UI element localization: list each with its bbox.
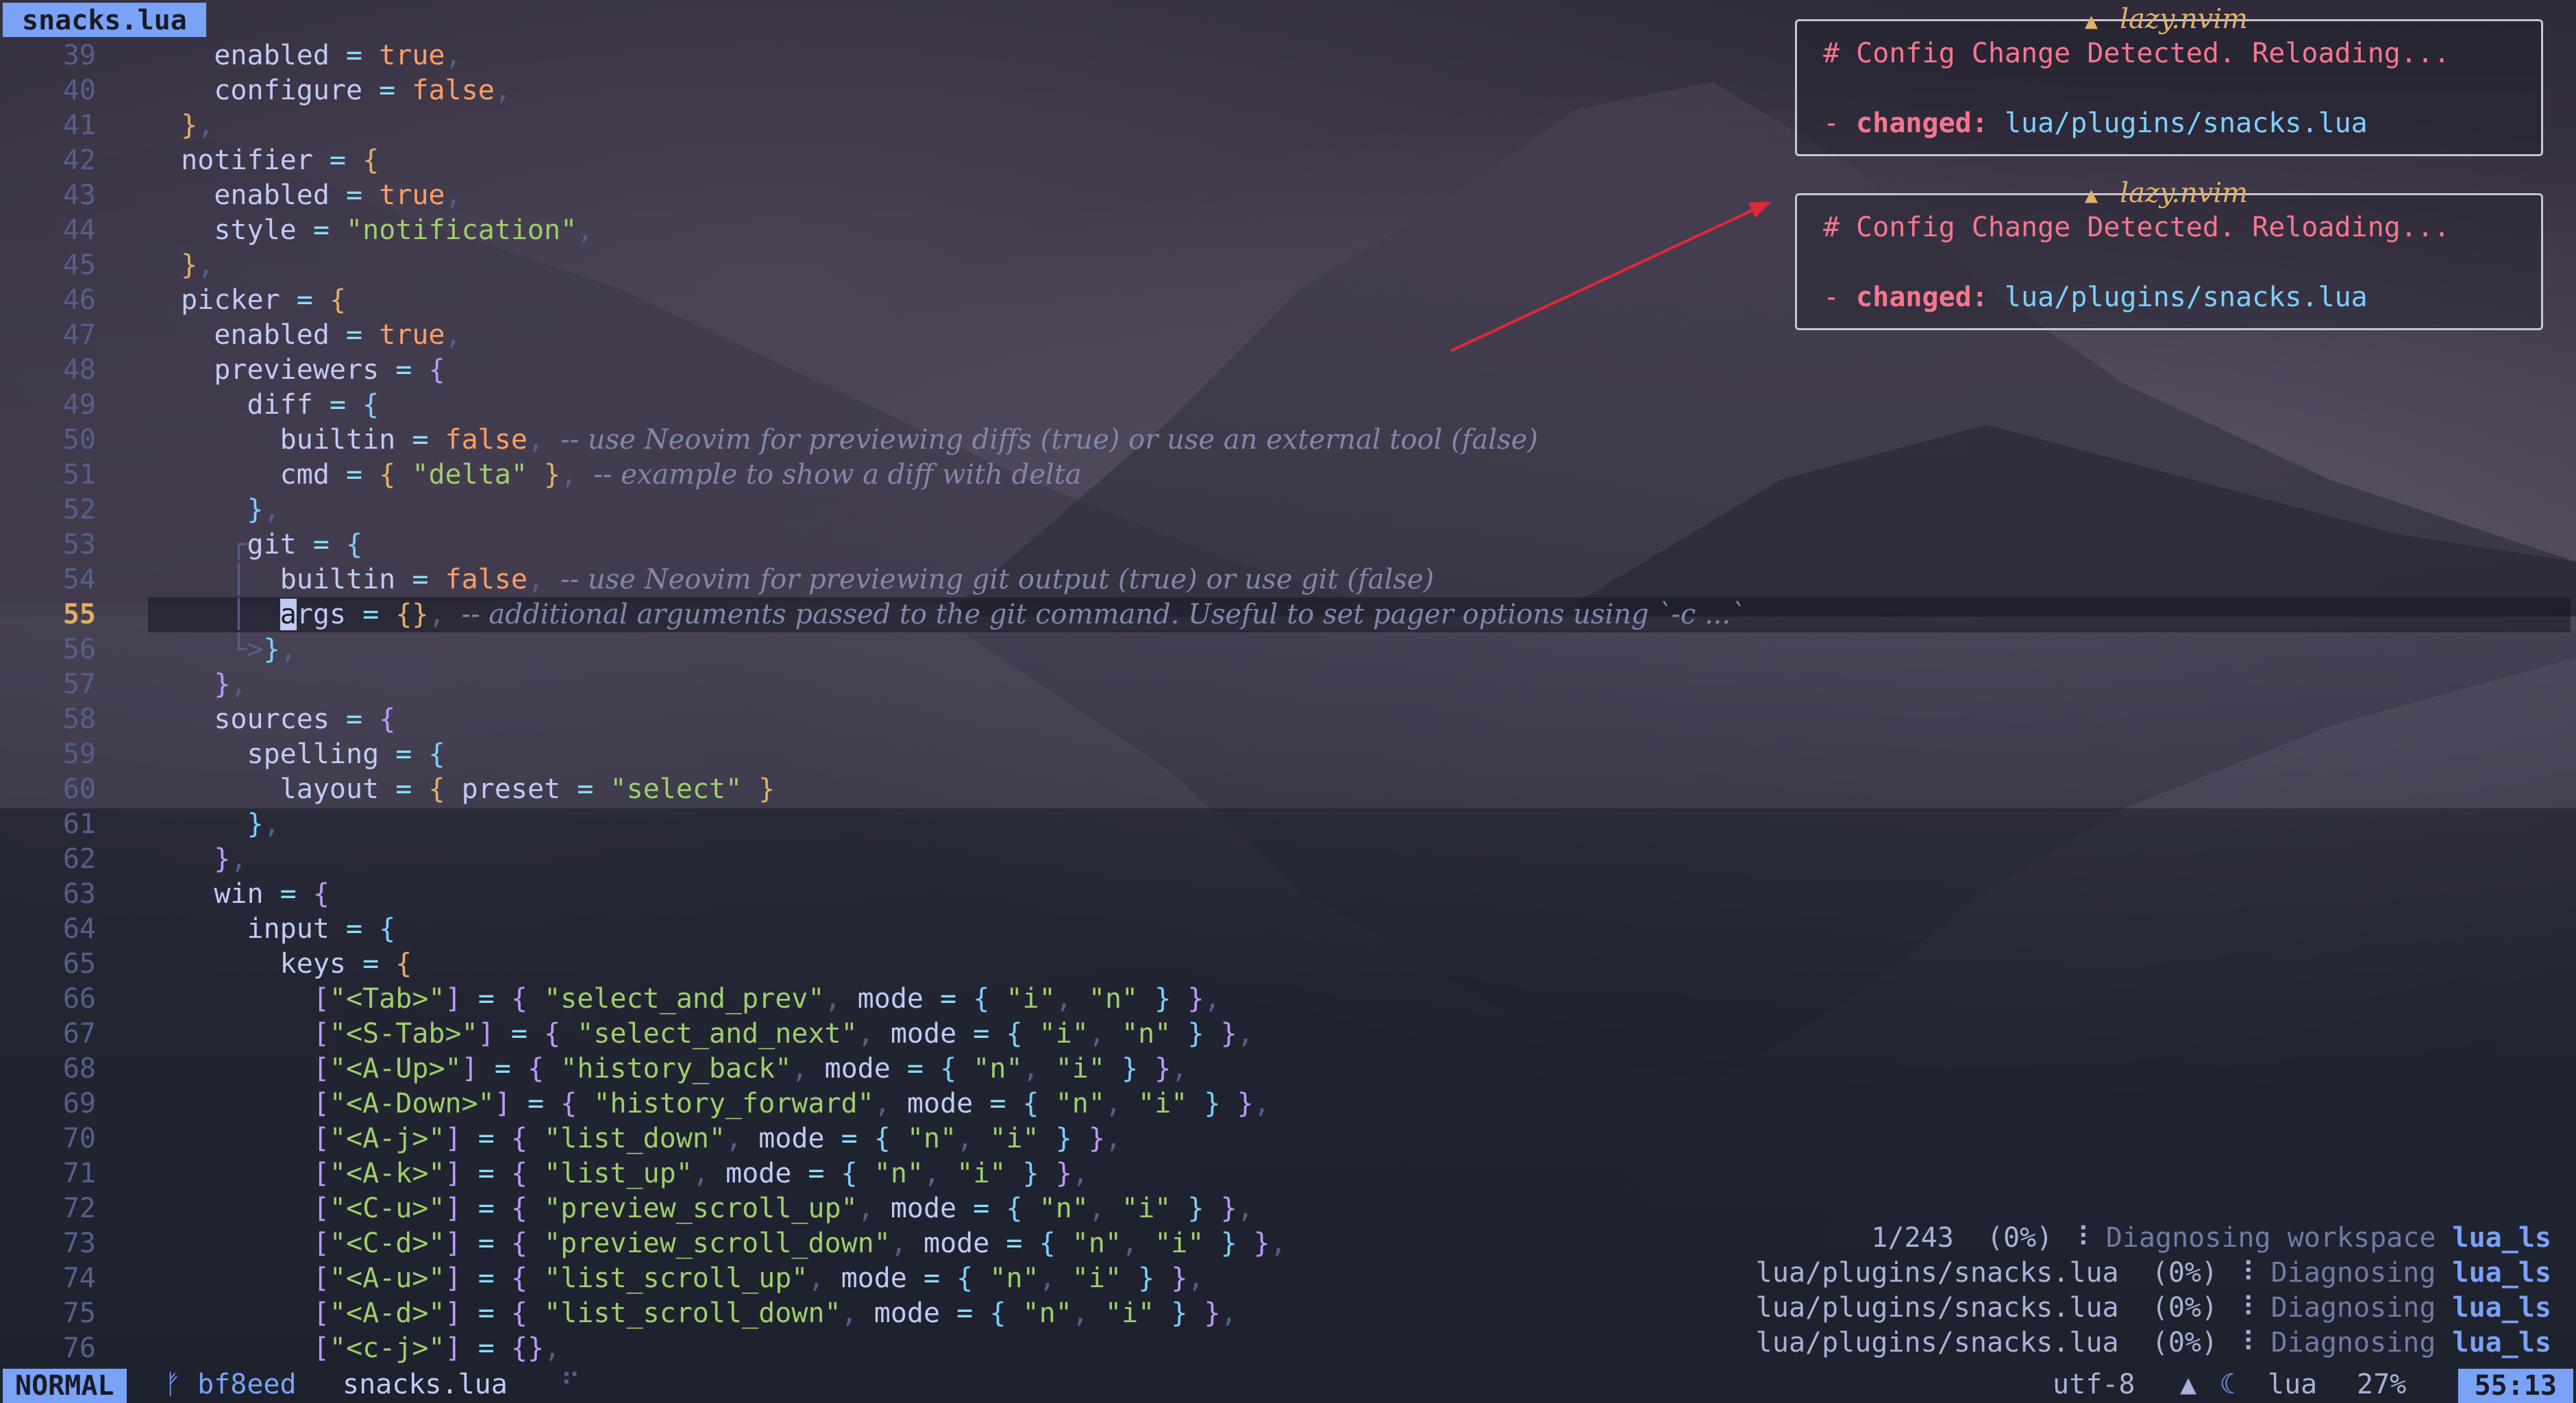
annotation-arrow-line [1450,208,1755,352]
modified-indicator: ⠋ [560,1369,581,1400]
statusline: NORMAL ᚠ bf8eed snacks.lua ⠋ utf-8 ▲ ☾ l… [0,1366,2576,1403]
mode-indicator: NORMAL [3,1369,127,1403]
annotation-arrow [1450,201,1772,352]
lsp-progress-line: 1/243 (0%) ⠸ Diagnosing workspace lua_ls [1871,1222,2551,1254]
scroll-percent: 27% [2357,1369,2407,1400]
cursor-position: 55:13 [2457,1369,2573,1403]
lua-icon: ☾ [2220,1369,2237,1400]
linux-icon: ▲ [2180,1369,2197,1400]
git-branch[interactable]: ᚠ bf8eed [164,1366,297,1403]
lsp-progress-line: lua/plugins/snacks.lua (0%) ⠸ Diagnosing… [1755,1327,2551,1358]
annotation-arrow-head [1748,201,1772,218]
lsp-progress-line: lua/plugins/snacks.lua (0%) ⠸ Diagnosing… [1755,1292,2551,1324]
spinner-icon: ⠸ [2234,1257,2255,1289]
statusline-filename: snacks.lua [343,1369,508,1400]
lsp-progress-line: lua/plugins/snacks.lua (0%) ⠸ Diagnosing… [1755,1257,2551,1289]
filetype: lua [2268,1369,2318,1400]
git-branch-icon: ᚠ [164,1369,181,1400]
file-encoding: utf-8 [2053,1369,2135,1400]
spinner-icon: ⠸ [2069,1222,2090,1254]
spinner-icon: ⠸ [2234,1292,2255,1324]
spinner-icon: ⠸ [2234,1327,2255,1358]
